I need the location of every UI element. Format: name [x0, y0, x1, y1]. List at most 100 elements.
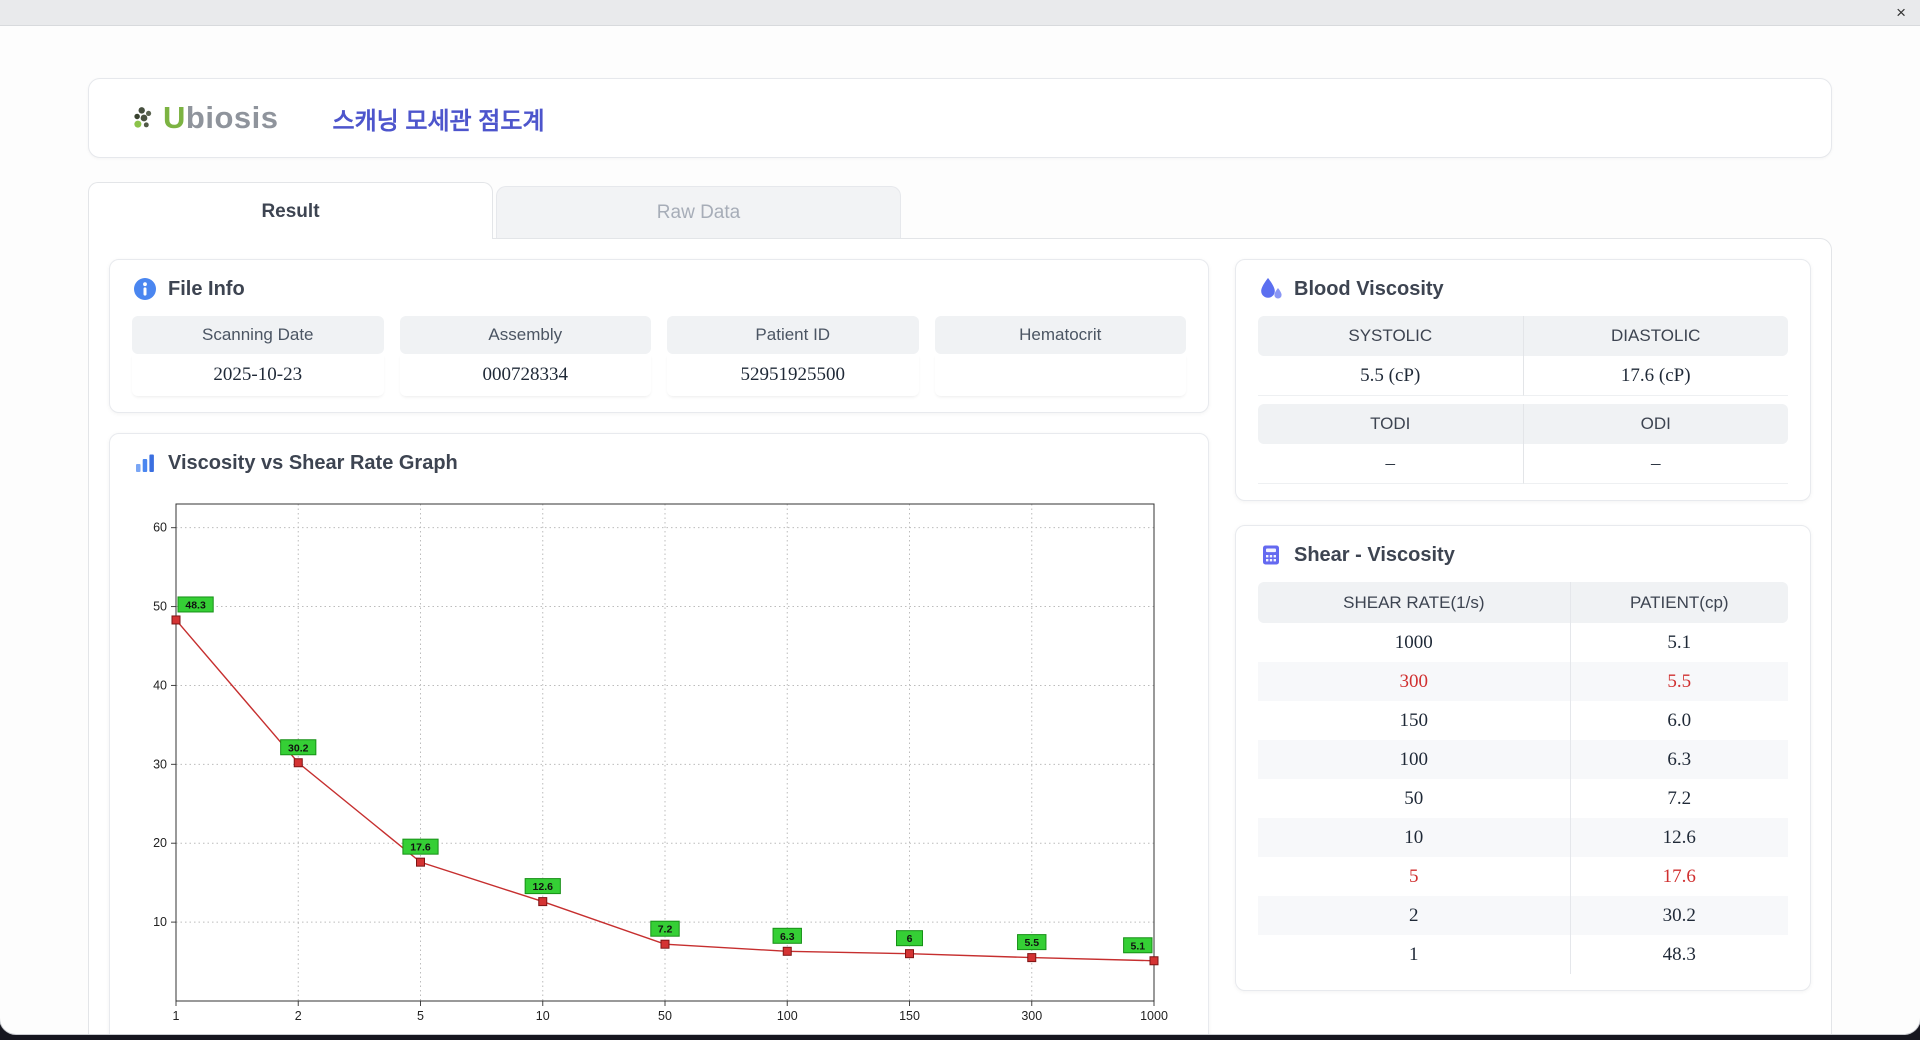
svg-text:48.3: 48.3	[185, 599, 206, 611]
graph-title: Viscosity vs Shear Rate Graph	[168, 451, 458, 474]
droplets-icon	[1258, 276, 1284, 302]
field-patient-id: Patient ID 52951925500	[667, 316, 919, 396]
sv-cell-shear: 5	[1409, 865, 1419, 887]
bv-value-row: – –	[1258, 444, 1788, 484]
field-label: Patient ID	[667, 316, 919, 354]
bv-value-todi: –	[1258, 444, 1523, 484]
logo-text: Ubiosis	[163, 100, 278, 136]
viscosity-chart: 10 20 30 40 50 60 1 2 5 10 50 100 150 300 1000 48.3 30.2…	[153, 503, 1168, 1023]
table-row: 150 6.0	[1258, 701, 1788, 740]
tab-result[interactable]: Result	[88, 182, 493, 239]
sv-cell-shear: 1000	[1394, 631, 1433, 653]
field-scanning-date: Scanning Date 2025-10-23	[132, 316, 384, 396]
svg-text:30: 30	[153, 757, 167, 771]
result-panel: File Info Scanning Date 2025-10-23 Assem…	[88, 238, 1832, 1034]
svg-text:5: 5	[417, 1009, 424, 1023]
field-assembly: Assembly 000728334	[399, 316, 652, 396]
svg-text:17.6: 17.6	[410, 842, 431, 854]
bv-value-row: 5.5 (cP) 17.6 (cP)	[1258, 356, 1788, 396]
right-column: Blood Viscosity SYSTOLIC DIASTOLIC 5.5 (…	[1235, 259, 1811, 1034]
shear-viscosity-card: Shear - Viscosity SHEAR RATE(1/s) PATIEN…	[1235, 525, 1811, 991]
svg-text:50: 50	[153, 600, 167, 614]
sv-cell-shear: 300	[1399, 670, 1429, 692]
ubiosis-logo: Ubiosis	[131, 100, 278, 136]
svg-text:6.3: 6.3	[780, 931, 795, 943]
blood-viscosity-title-row: Blood Viscosity	[1258, 276, 1788, 302]
bv-header-odi: ODI	[1522, 404, 1789, 444]
file-info-fields: Scanning Date 2025-10-23 Assembly 000728…	[132, 316, 1186, 396]
left-column: File Info Scanning Date 2025-10-23 Assem…	[109, 259, 1209, 1034]
svg-text:6: 6	[907, 933, 913, 945]
field-hematocrit: Hematocrit	[934, 316, 1187, 396]
sv-header-patient: PATIENT(cp)	[1569, 582, 1788, 623]
file-info-title: File Info	[168, 277, 245, 300]
table-row: 10 12.6	[1258, 818, 1788, 857]
app-window: × Ubiosis 스캐닝 모세관 점도계 Result Raw Data Fi…	[0, 0, 1920, 1034]
sv-cell-patient: 30.2	[1569, 896, 1788, 935]
sv-cell-patient: 5.5	[1569, 662, 1788, 701]
svg-text:5.1: 5.1	[1130, 940, 1145, 952]
field-value	[935, 354, 1187, 396]
svg-text:10: 10	[536, 1009, 550, 1023]
table-row: 5 17.6	[1258, 857, 1788, 896]
bv-value-systolic: 5.5 (cP)	[1258, 356, 1523, 396]
svg-text:30.2: 30.2	[288, 742, 309, 754]
titlebar: ×	[0, 0, 1920, 26]
svg-text:60: 60	[153, 521, 167, 535]
bv-value-diastolic: 17.6 (cP)	[1522, 356, 1788, 396]
sv-cell-shear: 100	[1399, 748, 1429, 770]
sv-cell-shear: 50	[1404, 787, 1424, 809]
bv-value-odi: –	[1522, 444, 1788, 484]
sv-cell-patient: 48.3	[1569, 935, 1788, 974]
shear-viscosity-table: SHEAR RATE(1/s) PATIENT(cp) 1000 5.1 300 5…	[1258, 582, 1788, 974]
file-info-card: File Info Scanning Date 2025-10-23 Assem…	[109, 259, 1209, 413]
bv-header-row: TODI ODI	[1258, 404, 1788, 444]
sv-cell-shear: 2	[1409, 904, 1419, 926]
graph-title-row: Viscosity vs Shear Rate Graph	[132, 450, 1186, 476]
blood-viscosity-title: Blood Viscosity	[1294, 277, 1444, 300]
sv-cell-patient: 6.3	[1569, 740, 1788, 779]
blood-viscosity-card: Blood Viscosity SYSTOLIC DIASTOLIC 5.5 (…	[1235, 259, 1811, 501]
field-label: Scanning Date	[132, 316, 384, 354]
shear-viscosity-title-row: Shear - Viscosity	[1258, 542, 1788, 568]
logo-letter-u: U	[163, 100, 186, 135]
svg-text:150: 150	[899, 1009, 920, 1023]
table-row: 1 48.3	[1258, 935, 1788, 974]
sv-cell-patient: 17.6	[1569, 857, 1788, 896]
sv-cell-patient: 5.1	[1569, 623, 1788, 662]
svg-text:12.6: 12.6	[533, 881, 554, 893]
info-icon	[132, 276, 158, 302]
sv-cell-shear: 10	[1404, 826, 1424, 848]
tab-raw-data[interactable]: Raw Data	[496, 186, 901, 238]
page-title-korean: 스캐닝 모세관 점도계	[332, 107, 545, 135]
ubiosis-logo-icon	[131, 105, 157, 131]
file-info-title-row: File Info	[132, 276, 1186, 302]
app-content: Ubiosis 스캐닝 모세관 점도계 Result Raw Data File…	[0, 26, 1920, 1034]
field-label: Assembly	[399, 316, 651, 354]
table-row: 300 5.5	[1258, 662, 1788, 701]
svg-text:2: 2	[295, 1009, 302, 1023]
field-value: 000728334	[400, 354, 652, 396]
field-value: 2025-10-23	[132, 354, 384, 396]
table-row: 2 30.2	[1258, 896, 1788, 935]
bv-header-row: SYSTOLIC DIASTOLIC	[1258, 316, 1788, 356]
table-row: 1000 5.1	[1258, 623, 1788, 662]
close-button[interactable]: ×	[1896, 4, 1906, 21]
sv-cell-patient: 12.6	[1569, 818, 1788, 857]
svg-text:300: 300	[1021, 1009, 1042, 1023]
svg-text:7.2: 7.2	[658, 924, 673, 936]
tab-bar: Result Raw Data	[88, 182, 1832, 239]
bar-chart-icon	[132, 450, 158, 476]
field-label: Hematocrit	[934, 316, 1186, 354]
field-value: 52951925500	[667, 354, 919, 396]
svg-text:1: 1	[173, 1009, 180, 1023]
svg-text:100: 100	[777, 1009, 798, 1023]
svg-text:20: 20	[153, 836, 167, 850]
sv-cell-patient: 6.0	[1569, 701, 1788, 740]
svg-text:40: 40	[153, 678, 167, 692]
sv-cell-shear: 1	[1409, 943, 1419, 965]
svg-text:1000: 1000	[1140, 1009, 1168, 1023]
bv-header-todi: TODI	[1370, 414, 1411, 433]
bv-header-diastolic: DIASTOLIC	[1522, 316, 1789, 356]
calculator-icon	[1258, 542, 1284, 568]
